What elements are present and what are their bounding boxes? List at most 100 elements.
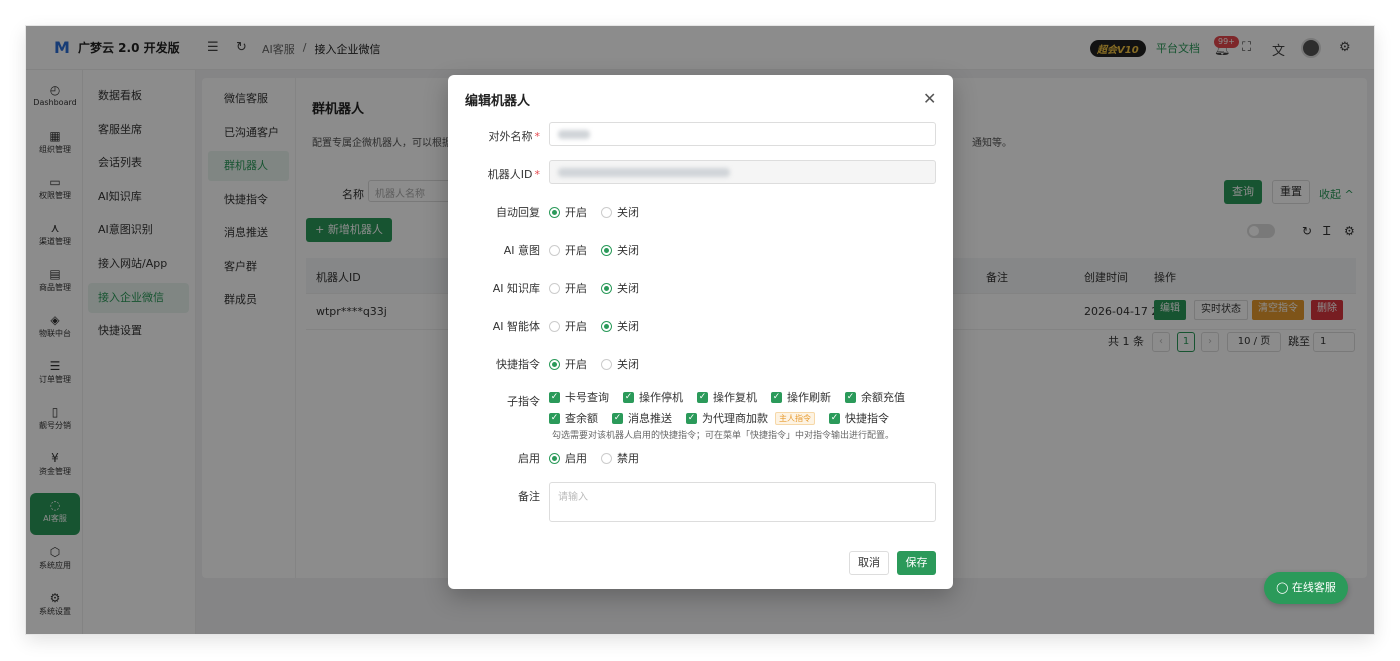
radio-label: 禁用 [617,452,639,465]
radio-label: 开启 [565,206,587,219]
name-label-text: 对外名称 [488,130,533,143]
radio-dot [601,244,612,256]
radio-on[interactable]: 开启 [549,318,587,334]
sub-command-row-2: ✓ 查余额 ✓ 消息推送 ✓ 为代理商加款 主人指令 ✓ 快捷指令 [549,410,889,426]
checkbox-label: 操作复机 [713,391,757,404]
redacted-value [558,168,730,177]
radio-off[interactable]: 关闭 [601,318,639,334]
auto-reply-label: 自动回复 [496,206,540,219]
ai-kb-radio-group: 开启 关闭 [549,280,639,296]
checkbox-item[interactable]: ✓ 操作复机 [697,389,757,405]
radio-off[interactable]: 关闭 [601,242,639,258]
radio-dot [601,320,612,332]
save-button[interactable]: 保存 [897,551,936,575]
radio-dot [549,452,560,464]
checkbox-item[interactable]: ✓ 消息推送 [612,410,672,426]
radio-on[interactable]: 开启 [549,242,587,258]
id-label-text: 机器人ID [487,168,533,181]
checkbox-label: 操作刷新 [787,391,831,404]
redacted-value [558,130,590,139]
auto-reply-radio-group: 开启 关闭 [549,204,639,220]
radio-dot [601,452,612,464]
radio-on[interactable]: 开启 [549,204,587,220]
radio-off[interactable]: 关闭 [601,356,639,372]
chat-icon: ◯ [1276,581,1292,594]
radio-dot [549,244,560,256]
checkbox-item[interactable]: ✓ 操作停机 [623,389,683,405]
name-input[interactable] [549,122,936,146]
ai-agent-label: AI 智能体 [492,320,540,333]
radio-label: 关闭 [617,244,639,257]
enable-radio-group: 启用 禁用 [549,450,639,466]
radio-enable[interactable]: 启用 [549,450,587,466]
ai-agent-radio-group: 开启 关闭 [549,318,639,334]
cancel-button[interactable]: 取消 [849,551,889,575]
checkbox-item[interactable]: ✓ 卡号查询 [549,389,609,405]
online-service-button[interactable]: ◯ 在线客服 [1264,572,1348,604]
checkbox-checked-icon: ✓ [549,412,560,424]
radio-label: 关闭 [617,358,639,371]
enable-label: 启用 [518,452,540,465]
required-mark: * [534,168,541,181]
checkbox-label: 为代理商加款 [702,412,768,425]
checkbox-item[interactable]: ✓ 为代理商加款 主人指令 [686,410,815,426]
checkbox-item[interactable]: ✓ 快捷指令 [829,410,889,426]
radio-disable[interactable]: 禁用 [601,450,639,466]
radio-label: 开启 [565,282,587,295]
radio-label: 关闭 [617,282,639,295]
shortcut-radio-group: 开启 关闭 [549,356,639,372]
sub-command-hint: 勾选需要对该机器人启用的快捷指令；可在菜单「快捷指令」中对指令输出进行配置。 [552,431,895,441]
checkbox-label: 卡号查询 [565,391,609,404]
robot-id-input [549,160,936,184]
radio-dot [601,282,612,294]
radio-off[interactable]: 关闭 [601,280,639,296]
checkbox-label: 消息推送 [628,412,672,425]
id-label: 机器人ID * [468,166,540,182]
radio-on[interactable]: 开启 [549,356,587,372]
radio-label: 关闭 [617,206,639,219]
radio-label: 开启 [565,358,587,371]
radio-dot [549,206,560,218]
checkbox-checked-icon: ✓ [829,412,840,424]
online-service-label: 在线客服 [1291,581,1336,594]
radio-label: 关闭 [617,320,639,333]
checkbox-label: 查余额 [565,412,598,425]
checkbox-checked-icon: ✓ [612,412,623,424]
sub-command-row-1: ✓ 卡号查询 ✓ 操作停机 ✓ 操作复机 ✓ 操作刷新 ✓ 余额充值 [549,389,905,405]
checkbox-checked-icon: ✓ [686,412,697,424]
checkbox-checked-icon: ✓ [549,391,560,403]
checkbox-checked-icon: ✓ [623,391,634,403]
ai-kb-label: AI 知识库 [492,282,540,295]
checkbox-label: 余额充值 [861,391,905,404]
remark-textarea[interactable]: 请输入 [549,482,936,522]
radio-label: 开启 [565,244,587,257]
radio-dot [549,320,560,332]
close-icon[interactable]: ✕ [923,89,936,108]
checkbox-item[interactable]: ✓ 余额充值 [845,389,905,405]
radio-dot [549,358,560,370]
checkbox-label: 快捷指令 [845,412,889,425]
radio-label: 开启 [565,320,587,333]
ai-intent-radio-group: 开启 关闭 [549,242,639,258]
ai-intent-label: AI 意图 [503,244,540,257]
required-mark: * [534,130,541,143]
checkbox-label: 操作停机 [639,391,683,404]
checkbox-checked-icon: ✓ [845,391,856,403]
shortcut-label: 快捷指令 [496,358,540,371]
radio-off[interactable]: 关闭 [601,204,639,220]
owner-command-tag: 主人指令 [775,411,815,425]
edit-robot-dialog: 编辑机器人 ✕ 对外名称 * 机器人ID * 自动回复 开启 关闭 AI 意图 开启… [448,75,953,589]
radio-label: 启用 [565,452,587,465]
checkbox-checked-icon: ✓ [697,391,708,403]
dialog-title: 编辑机器人 [465,94,531,109]
checkbox-item[interactable]: ✓ 操作刷新 [771,389,831,405]
radio-dot [601,206,612,218]
checkbox-item[interactable]: ✓ 查余额 [549,410,598,426]
name-label: 对外名称 * [468,128,541,144]
remark-label: 备注 [518,490,540,503]
radio-dot [601,358,612,370]
checkbox-checked-icon: ✓ [771,391,782,403]
radio-on[interactable]: 开启 [549,280,587,296]
sub-command-label: 子指令 [507,395,540,408]
radio-dot [549,282,560,294]
